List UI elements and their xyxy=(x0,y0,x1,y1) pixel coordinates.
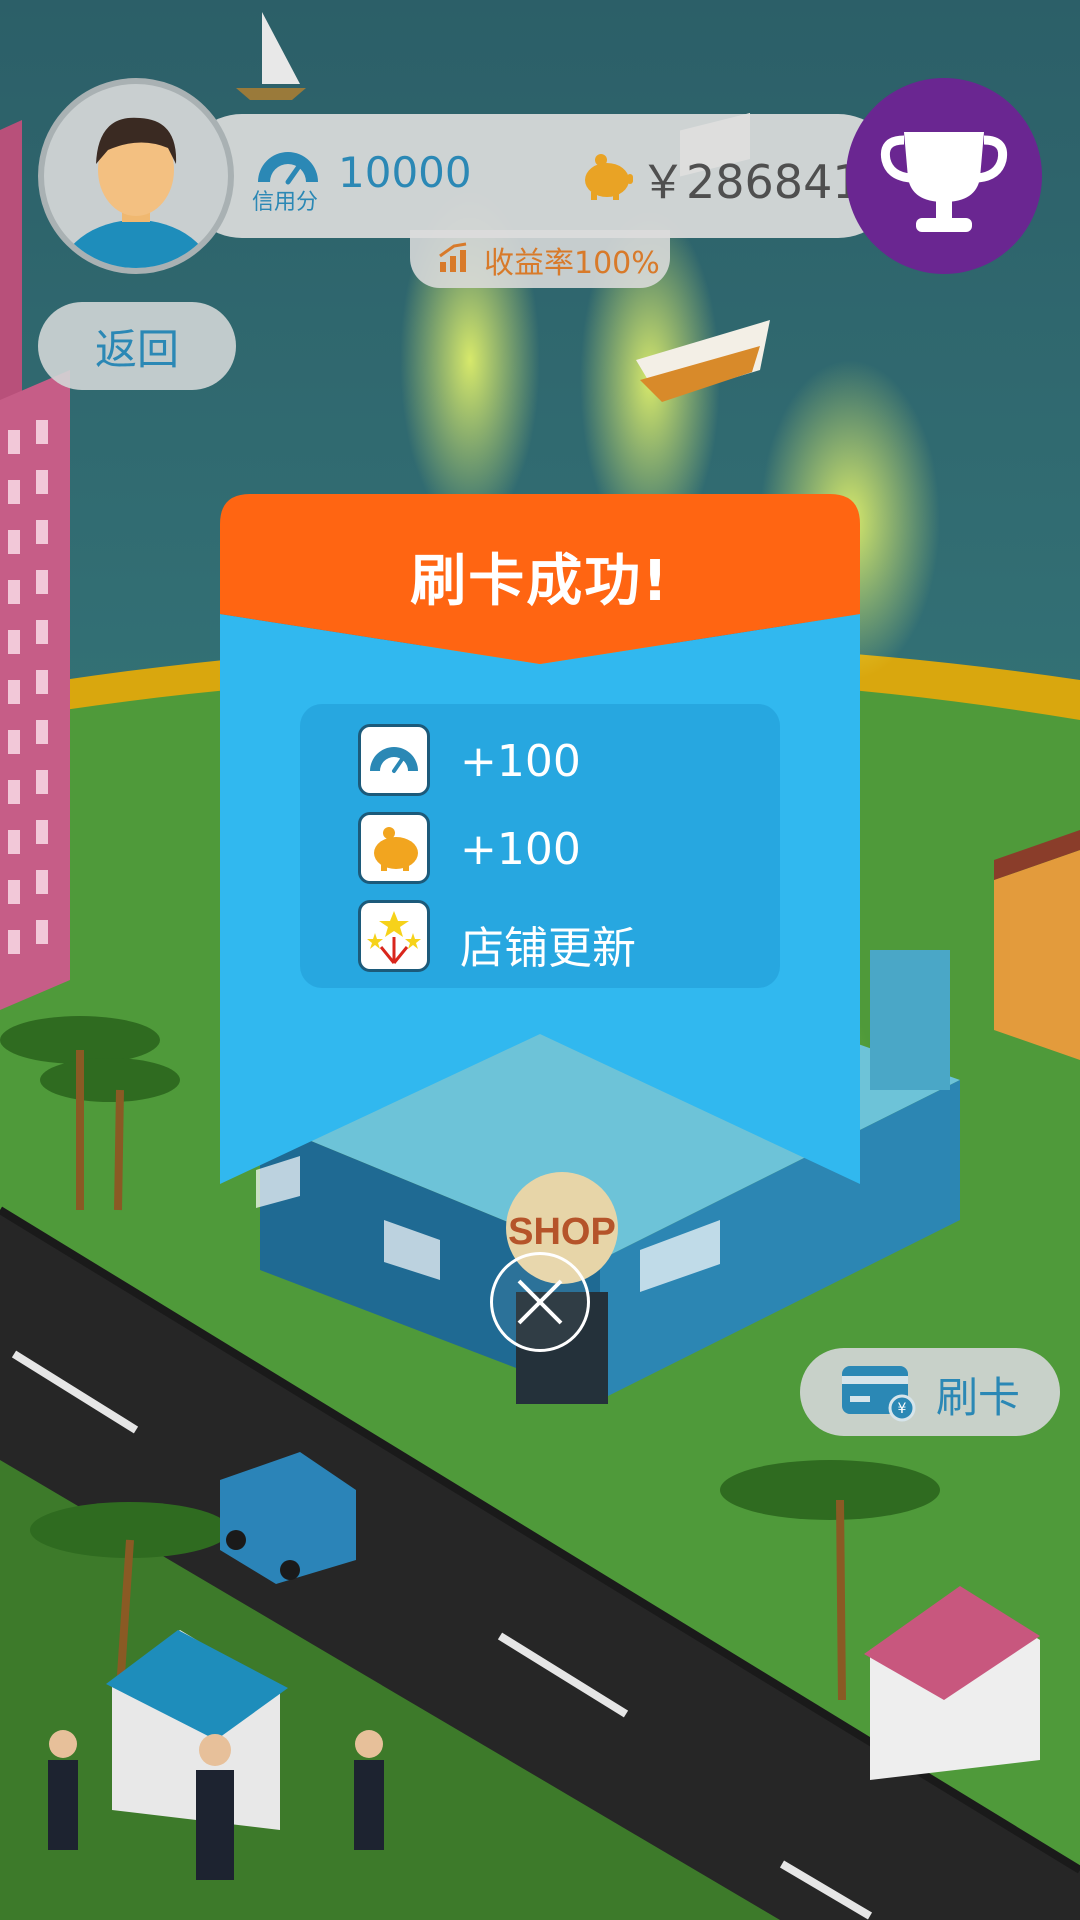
svg-text:¥: ¥ xyxy=(898,1401,907,1417)
avatar-icon xyxy=(59,117,213,268)
reward-shop-update-text: 店铺更新 xyxy=(460,923,636,974)
chart-up-icon xyxy=(439,242,467,272)
back-button[interactable]: 返回 xyxy=(38,302,236,390)
credit-card-icon: ¥ xyxy=(842,1366,916,1422)
piggy-bank-icon xyxy=(358,812,430,884)
trophy-button[interactable] xyxy=(846,78,1042,274)
close-icon xyxy=(517,1279,563,1325)
trophy-icon xyxy=(880,132,1008,232)
swipe-success-dialog: 刷卡成功! +100 +100 店铺更新 xyxy=(220,494,860,1184)
player-avatar[interactable] xyxy=(38,78,234,274)
swipe-card-label: 刷卡 xyxy=(936,1373,1021,1422)
close-button[interactable] xyxy=(490,1252,590,1352)
speedometer-icon xyxy=(258,152,318,185)
fireworks-icon xyxy=(358,900,430,972)
credit-score-value: 10000 xyxy=(338,148,472,197)
yield-rate: 收益率100% xyxy=(484,246,660,281)
swipe-card-button[interactable]: ¥ 刷卡 xyxy=(800,1348,1060,1436)
reward-list: +100 +100 店铺更新 xyxy=(300,704,780,988)
dialog-title: 刷卡成功! xyxy=(410,549,670,614)
reward-credit-text: +100 xyxy=(460,736,581,787)
reward-money-text: +100 xyxy=(460,824,581,875)
shop-sign: SHOP xyxy=(508,1211,616,1253)
piggy-bank-icon xyxy=(585,154,633,200)
money-balance: ￥286841 xyxy=(640,155,862,209)
credit-score-label: 信用分 xyxy=(252,190,319,215)
speedometer-icon xyxy=(358,724,430,796)
